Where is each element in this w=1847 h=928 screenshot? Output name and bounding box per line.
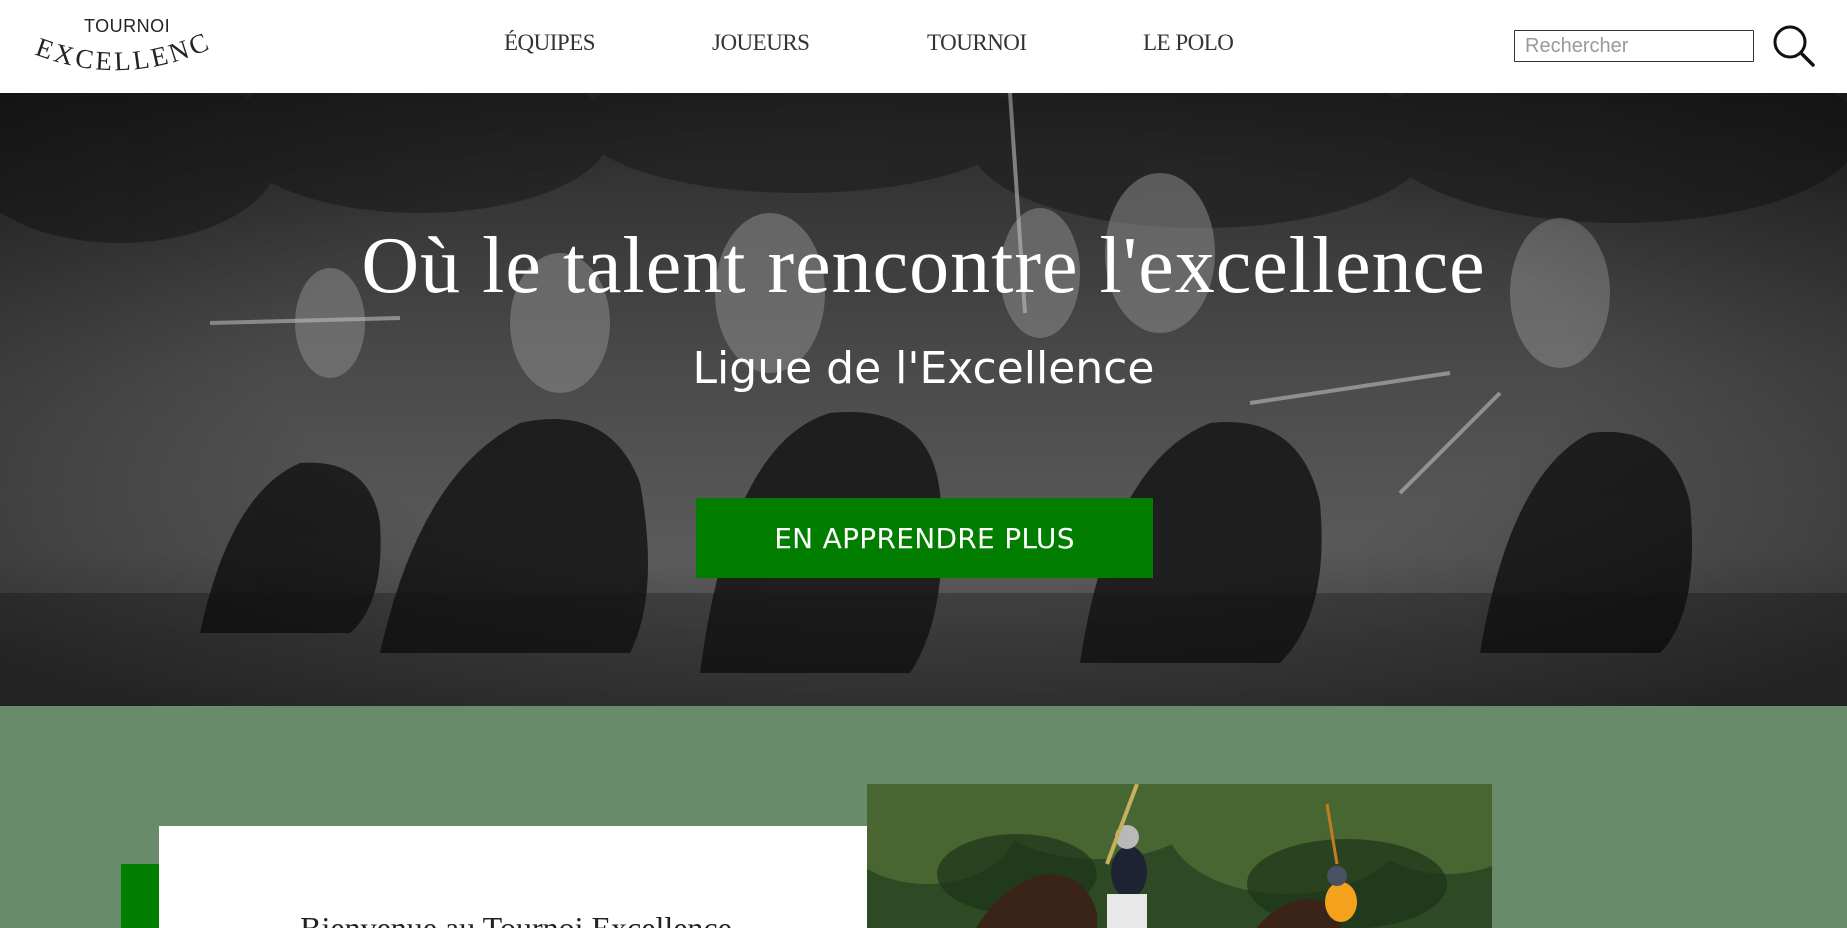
nav-item-joueurs[interactable]: JOUEURS xyxy=(712,30,810,56)
hero-banner: Où le talent rencontre l'excellence Ligu… xyxy=(0,93,1847,706)
hero-subtitle: Ligue de l'Excellence xyxy=(692,343,1155,394)
hero-title: Où le talent rencontre l'excellence xyxy=(361,222,1486,310)
hero-background-image xyxy=(0,93,1847,706)
search-icon xyxy=(1773,25,1815,67)
site-header: TOURNOI EXCELLENCE ÉQUIPES JOUEURS TOURN… xyxy=(0,0,1847,93)
nav-item-tournoi[interactable]: TOURNOI xyxy=(927,30,1027,56)
nav-item-le-polo[interactable]: LE POLO xyxy=(1143,30,1234,56)
welcome-card: Bienvenue au Tournoi Excellence xyxy=(159,826,925,928)
search-button[interactable] xyxy=(1772,24,1816,68)
welcome-title: Bienvenue au Tournoi Excellence xyxy=(300,910,732,928)
polo-photo xyxy=(867,784,1492,928)
learn-more-button[interactable]: EN APPRENDRE PLUS xyxy=(696,498,1153,578)
polo-photo-image xyxy=(867,784,1492,928)
nav-item-equipes[interactable]: ÉQUIPES xyxy=(504,30,596,56)
search-input[interactable] xyxy=(1514,30,1754,62)
intro-section: Bienvenue au Tournoi Excellence xyxy=(0,706,1847,928)
